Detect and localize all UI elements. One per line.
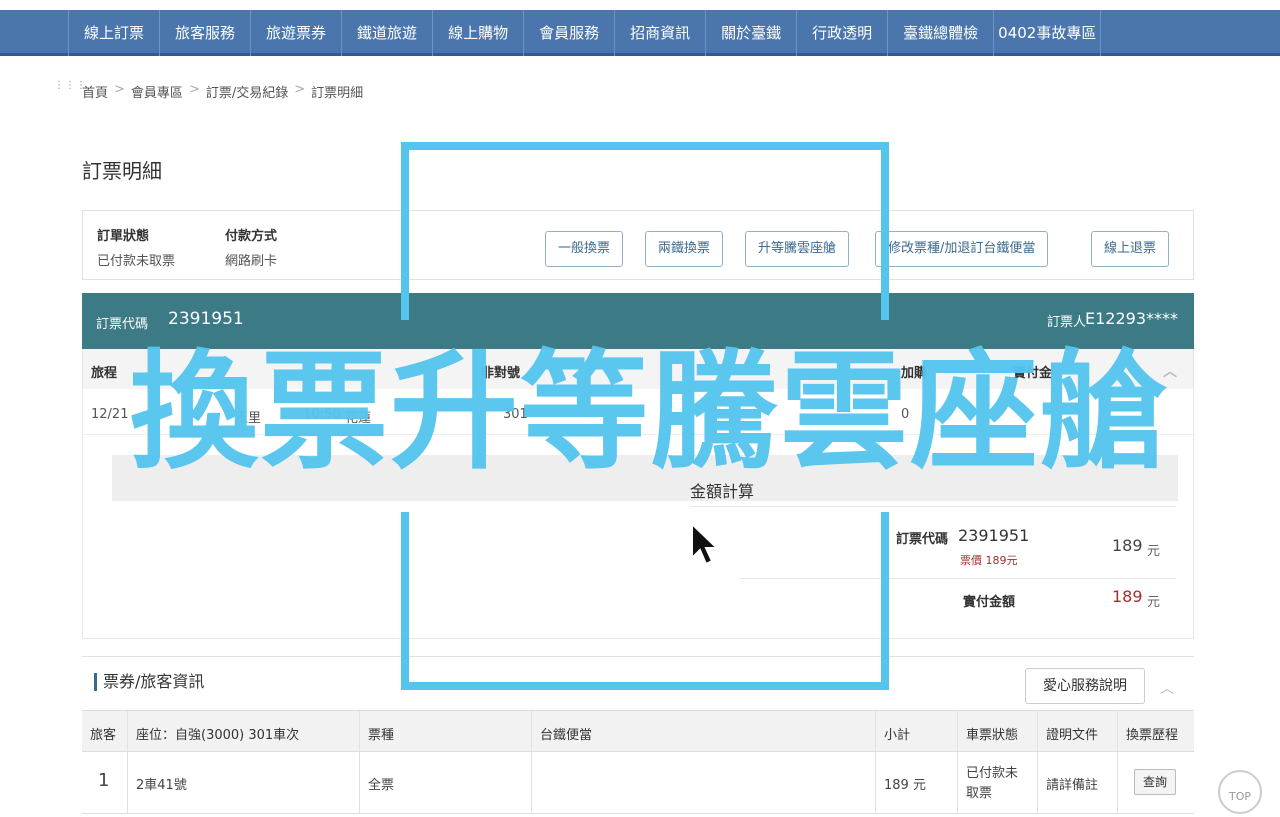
exchange-ticket-button[interactable]: 一般換票 bbox=[545, 231, 624, 267]
booking-code-label: 訂票代碼 bbox=[96, 317, 149, 332]
paid-unit: 元 bbox=[1147, 595, 1161, 610]
overlay-frame bbox=[881, 512, 889, 690]
bike-exchange-button[interactable]: 兩鐵換票 bbox=[645, 231, 724, 267]
booker-value: E12293**** bbox=[1084, 309, 1178, 328]
paid-amount: 189 bbox=[1112, 587, 1143, 606]
payment-value: 網路刷卡 bbox=[225, 254, 278, 269]
overlay-frame bbox=[401, 142, 889, 150]
page-title: 訂票明細 bbox=[82, 159, 162, 183]
payment-method: 付款方式 網路刷卡 bbox=[225, 225, 277, 269]
top-nav: 線上訂票 旅客服務 旅遊票券 鐵道旅遊 線上購物 會員服務 招商資訊 關於臺鐵 行政透明 臺鐵總體… bbox=[0, 10, 1280, 56]
breadcrumb-current: 訂票明細 bbox=[311, 86, 364, 101]
nav-item-6[interactable]: 招商資訊 bbox=[614, 10, 705, 56]
overlay-caption: 換票升等騰雲座艙 bbox=[129, 338, 1170, 487]
divider bbox=[740, 578, 1176, 579]
breadcrumb-separator: > bbox=[114, 82, 125, 97]
nav-item-7[interactable]: 關於臺鐵 bbox=[705, 10, 796, 56]
nav-item-2[interactable]: 旅遊票券 bbox=[250, 10, 341, 56]
overlay-frame bbox=[881, 142, 889, 320]
upgrade-cabin-button[interactable]: 升等騰雲座艙 bbox=[745, 231, 850, 267]
chevron-up-icon[interactable]: ︿ bbox=[1160, 678, 1174, 698]
header-cell: 台鐵便當 bbox=[532, 711, 876, 751]
header-cell: 證明文件 bbox=[1038, 711, 1118, 751]
modify-ticket-bento-button[interactable]: 修改票種/加退訂台鐵便當 bbox=[875, 231, 1049, 267]
header-cell: 車票狀態 bbox=[958, 711, 1038, 751]
mouse-cursor-icon bbox=[691, 522, 720, 566]
bento-cell bbox=[532, 752, 876, 813]
fare-note: 票價 189元 bbox=[960, 554, 1018, 567]
breadcrumb-separator: > bbox=[294, 82, 306, 97]
nav-item-5[interactable]: 會員服務 bbox=[523, 10, 614, 56]
passenger-index-cell: 1 bbox=[82, 752, 128, 813]
booker-label: 訂票人 bbox=[1046, 315, 1086, 330]
header-cell: 票種 bbox=[360, 711, 532, 751]
love-service-button[interactable]: 愛心服務說明 bbox=[1025, 668, 1145, 704]
nav-item-4[interactable]: 線上購物 bbox=[432, 10, 523, 56]
breadcrumb: 首頁 > 會員專區 > 訂票/交易紀錄 > 訂票明細 bbox=[82, 82, 363, 101]
header-cell: 小計 bbox=[876, 711, 958, 751]
document-cell: 請詳備註 bbox=[1038, 752, 1118, 813]
passenger-section-title: 票券/旅客資訊 bbox=[94, 673, 204, 691]
breadcrumb-home[interactable]: 首頁 bbox=[82, 82, 108, 101]
payment-label: 付款方式 bbox=[225, 229, 278, 244]
paid-amount-label: 實付金額 bbox=[963, 595, 1016, 610]
breadcrumb-separator: > bbox=[188, 82, 200, 97]
ticket-type-cell: 全票 bbox=[360, 752, 532, 813]
nav-item-3[interactable]: 鐵道旅遊 bbox=[341, 10, 432, 56]
amount-code-value: 2391951 bbox=[958, 526, 1030, 545]
back-to-top-button[interactable]: TOP bbox=[1218, 770, 1262, 814]
breadcrumb-records[interactable]: 訂票/交易紀錄 bbox=[206, 82, 288, 101]
ticket-status-cell: 已付款未取票 bbox=[958, 752, 1038, 813]
amount-code-label: 訂票代碼 bbox=[896, 532, 949, 547]
passenger-table-header: 旅客 座位：自強(3000) 301車次 票種 台鐵便當 小計 車票狀態 證明文… bbox=[82, 710, 1194, 752]
fare-unit: 元 bbox=[1147, 544, 1161, 559]
booking-code-value: 2391951 bbox=[168, 309, 244, 329]
overlay-frame bbox=[401, 142, 409, 320]
nav-items: 線上訂票 旅客服務 旅遊票券 鐵道旅遊 線上購物 會員服務 招商資訊 關於臺鐵 行政透明 臺鐵總體… bbox=[68, 10, 1102, 56]
breadcrumb-member[interactable]: 會員專區 bbox=[131, 82, 183, 101]
order-status-card: 訂單狀態 已付款未取票 付款方式 網路刷卡 一般換票 兩鐵換票 升等騰雲座艙 修… bbox=[82, 210, 1194, 280]
online-refund-button[interactable]: 線上退票 bbox=[1091, 231, 1170, 267]
seat-cell: 2車41號 bbox=[128, 752, 360, 813]
nav-item-9[interactable]: 臺鐵總體檢 bbox=[887, 10, 993, 56]
header-cell: 換票歷程 bbox=[1126, 728, 1179, 743]
divider bbox=[690, 506, 1176, 507]
order-status-value: 已付款未取票 bbox=[97, 254, 176, 269]
query-history-button[interactable]: 查詢 bbox=[1134, 769, 1176, 795]
order-status-label: 訂單狀態 bbox=[97, 229, 150, 244]
nav-item-10[interactable]: 0402事故專區 bbox=[993, 10, 1102, 56]
header-cell: 旅客 bbox=[82, 711, 128, 751]
nav-item-0[interactable]: 線上訂票 bbox=[68, 10, 159, 56]
nav-item-8[interactable]: 行政透明 bbox=[796, 10, 887, 56]
nav-item-1[interactable]: 旅客服務 bbox=[159, 10, 250, 56]
fare-amount: 189 bbox=[1112, 536, 1143, 555]
order-status: 訂單狀態 已付款未取票 bbox=[97, 225, 175, 269]
header-cell: 座位：自強(3000) 301車次 bbox=[128, 711, 360, 751]
overlay-frame bbox=[401, 512, 409, 690]
overlay-frame bbox=[401, 682, 889, 690]
table-row: 1 2車41號 全票 189 元 已付款未取票 請詳備註 bbox=[82, 752, 1194, 814]
subtotal-cell: 189 元 bbox=[876, 752, 958, 813]
